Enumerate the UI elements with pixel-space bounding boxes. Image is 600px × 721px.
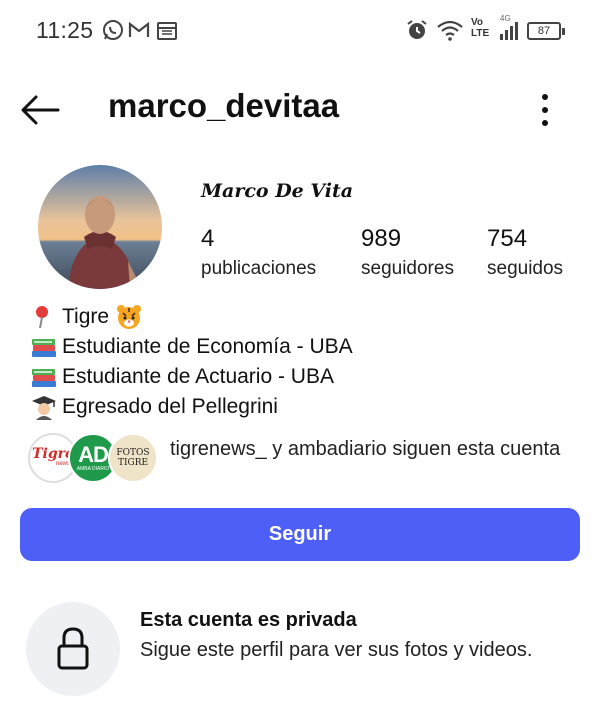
- wifi-icon: [437, 20, 463, 41]
- posts-count[interactable]: 4: [201, 225, 214, 253]
- bio-line: Tigre: [30, 302, 353, 332]
- status-bar: 11:25 Vo LTE 4G 87: [0, 0, 600, 62]
- bio-studies-actuario: Estudiante de Actuario - UBA: [62, 365, 334, 388]
- bio-line: Egresado del Pellegrini: [30, 392, 353, 422]
- followers-count[interactable]: 989: [361, 225, 401, 253]
- fotos-tigre-avatar-label: FOTOS TIGRE: [116, 448, 150, 468]
- following-label[interactable]: seguidos: [487, 258, 563, 280]
- followers-label[interactable]: seguidores: [361, 258, 454, 280]
- profile-full-name: Marco De Vita: [201, 180, 354, 202]
- profile-bio: Tigre Estudiante de Economía - UBA Estud…: [30, 302, 353, 422]
- followed-by-text[interactable]: tigrenews_ y ambadiario siguen esta cuen…: [170, 436, 580, 462]
- back-arrow-icon[interactable]: [20, 90, 60, 130]
- alarm-icon: [407, 20, 427, 39]
- more-options-icon[interactable]: [530, 92, 560, 128]
- private-account-title: Esta cuenta es privada: [140, 609, 357, 631]
- books-icon: [32, 369, 56, 387]
- books-icon: [32, 339, 56, 357]
- bio-location-text: Tigre: [62, 305, 110, 328]
- bio-school: Egresado del Pellegrini: [62, 395, 278, 418]
- follow-button[interactable]: Seguir: [20, 508, 580, 561]
- following-count[interactable]: 754: [487, 225, 527, 253]
- pin-icon: [36, 306, 48, 329]
- posts-label[interactable]: publicaciones: [201, 258, 316, 280]
- bio-line: Estudiante de Actuario - UBA: [30, 362, 353, 392]
- signal-icon: [500, 22, 518, 40]
- tiger-face-icon: [117, 305, 142, 329]
- volte-indicator: Vo LTE: [471, 17, 490, 39]
- private-account-subtitle: Sigue este perfil para ver sus fotos y v…: [140, 639, 533, 661]
- profile-avatar[interactable]: [38, 165, 162, 289]
- bio-studies-economia: Estudiante de Economía - UBA: [62, 335, 353, 358]
- profile-photo-image: [38, 165, 162, 289]
- graduate-icon: [32, 396, 56, 420]
- gmail-icon: [128, 21, 150, 37]
- status-time: 11:25: [36, 17, 94, 43]
- bio-line: Estudiante de Economía - UBA: [30, 332, 353, 362]
- whatsapp-icon: [103, 20, 123, 40]
- private-lock-badge: [26, 602, 120, 696]
- lock-icon: [57, 627, 89, 670]
- calendar-icon: [157, 22, 177, 40]
- page-title-username: marco_devitaa: [108, 87, 340, 124]
- battery-indicator: 87: [527, 22, 565, 40]
- fotos-tigre-avatar[interactable]: FOTOS TIGRE: [108, 433, 158, 483]
